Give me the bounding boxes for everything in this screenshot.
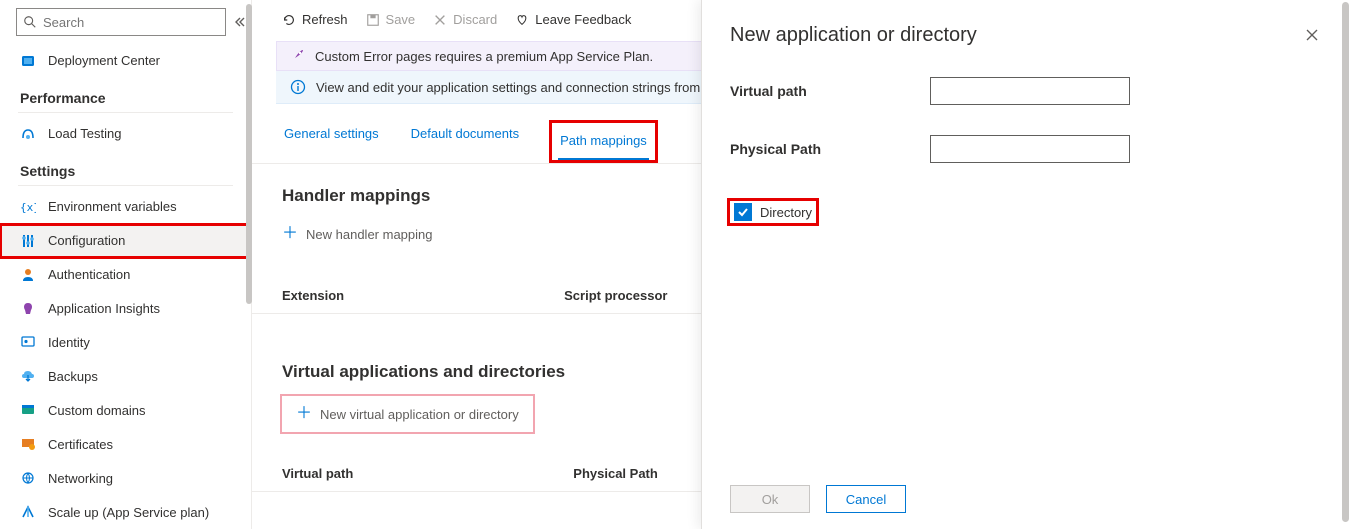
page-scrollbar[interactable]: [1342, 2, 1349, 522]
directory-checkbox[interactable]: [734, 203, 752, 221]
authentication-icon: [20, 267, 36, 283]
custom-domains-icon: [20, 402, 36, 418]
deployment-center-icon: [20, 53, 36, 69]
sidebar-item-label: Deployment Center: [48, 53, 160, 68]
checkmark-icon: [737, 206, 749, 218]
refresh-button[interactable]: Refresh: [282, 12, 348, 27]
feedback-button[interactable]: Leave Feedback: [515, 12, 631, 27]
panel-title: New application or directory: [730, 24, 977, 47]
sidebar-item-label: Certificates: [48, 437, 113, 452]
tab-default-documents[interactable]: Default documents: [409, 120, 521, 163]
feedback-label: Leave Feedback: [535, 12, 631, 27]
sidebar-item-label: Networking: [48, 471, 113, 486]
env-vars-icon: {x}: [20, 199, 36, 215]
col-virtual-path: Virtual path: [282, 466, 353, 481]
col-physical-path: Physical Path: [573, 466, 658, 481]
new-handler-label: New handler mapping: [306, 227, 432, 242]
sidebar-item-label: Scale up (App Service plan): [48, 505, 209, 520]
save-button: Save: [366, 12, 416, 27]
svg-text:{x}: {x}: [20, 201, 36, 214]
heart-icon: [515, 13, 529, 27]
rocket-icon: [289, 48, 305, 64]
sidebar-item-identity[interactable]: Identity: [0, 326, 251, 360]
sidebar-item-custom-domains[interactable]: Custom domains: [0, 393, 251, 427]
info-text: View and edit your application settings …: [316, 80, 726, 95]
highlight-annotation: Directory: [730, 201, 816, 223]
scale-up-icon: [20, 504, 36, 520]
banner-text: Custom Error pages requires a premium Ap…: [315, 49, 653, 64]
sidebar-item-certificates[interactable]: Certificates: [0, 427, 251, 461]
cancel-button[interactable]: Cancel: [826, 485, 906, 513]
virtual-path-label: Virtual path: [730, 83, 900, 99]
col-script-processor: Script processor: [564, 288, 667, 303]
sidebar-item-label: Identity: [48, 335, 90, 350]
save-label: Save: [386, 12, 416, 27]
sidebar-section-settings: Settings: [0, 151, 251, 185]
discard-label: Discard: [453, 12, 497, 27]
new-application-panel: New application or directory Virtual pat…: [701, 0, 1351, 529]
col-extension: Extension: [282, 288, 344, 303]
sidebar-item-scale-up[interactable]: Scale up (App Service plan): [0, 495, 251, 529]
sidebar-item-label: Backups: [48, 369, 98, 384]
sidebar-item-label: Load Testing: [48, 126, 122, 141]
certificates-icon: [20, 436, 36, 452]
highlight-annotation: ＋ New virtual application or directory: [280, 394, 535, 434]
sidebar-item-application-insights[interactable]: Application Insights: [0, 292, 251, 326]
sidebar-item-backups[interactable]: Backups: [0, 359, 251, 393]
discard-icon: [433, 13, 447, 27]
sidebar: Deployment Center Performance Load Testi…: [0, 0, 252, 529]
info-icon: [290, 79, 306, 95]
collapse-sidebar-button[interactable]: [234, 12, 246, 32]
backups-icon: [20, 368, 36, 384]
plus-icon: ＋: [282, 226, 298, 242]
sidebar-item-networking[interactable]: Networking: [0, 461, 251, 495]
sidebar-item-deployment-center[interactable]: Deployment Center: [0, 44, 251, 78]
search-input[interactable]: [43, 15, 219, 30]
sidebar-item-label: Custom domains: [48, 403, 146, 418]
sidebar-item-label: Configuration: [48, 233, 125, 248]
sidebar-item-environment-variables[interactable]: {x} Environment variables: [0, 190, 251, 224]
load-testing-icon: [20, 126, 36, 142]
refresh-icon: [282, 13, 296, 27]
physical-path-input[interactable]: [930, 135, 1130, 163]
close-panel-button[interactable]: [1301, 24, 1323, 46]
highlight-annotation: Path mappings: [549, 120, 658, 163]
virtual-path-input[interactable]: [930, 77, 1130, 105]
ok-button: Ok: [730, 485, 810, 513]
tab-general-settings[interactable]: General settings: [282, 120, 381, 163]
refresh-label: Refresh: [302, 12, 348, 27]
new-virtual-app-button[interactable]: ＋ New virtual application or directory: [282, 396, 533, 432]
save-icon: [366, 13, 380, 27]
directory-label: Directory: [760, 205, 812, 220]
close-icon: [1305, 28, 1319, 42]
networking-icon: [20, 470, 36, 486]
sidebar-item-label: Authentication: [48, 267, 130, 282]
search-input-wrapper[interactable]: [16, 8, 226, 36]
sidebar-section-performance: Performance: [0, 78, 251, 112]
new-handler-mapping-button[interactable]: ＋ New handler mapping: [252, 212, 462, 256]
identity-icon: [20, 334, 36, 350]
physical-path-label: Physical Path: [730, 141, 900, 157]
discard-button: Discard: [433, 12, 497, 27]
sidebar-item-authentication[interactable]: Authentication: [0, 258, 251, 292]
sidebar-item-configuration[interactable]: Configuration: [0, 224, 251, 258]
tab-path-mappings[interactable]: Path mappings: [558, 127, 649, 160]
new-virtual-label: New virtual application or directory: [320, 407, 519, 422]
search-icon: [23, 15, 37, 29]
sidebar-item-label: Application Insights: [48, 301, 160, 316]
configuration-icon: [20, 233, 36, 249]
plus-icon: ＋: [296, 406, 312, 422]
sidebar-item-load-testing[interactable]: Load Testing: [0, 117, 251, 151]
app-insights-icon: [20, 301, 36, 317]
sidebar-item-label: Environment variables: [48, 199, 177, 214]
